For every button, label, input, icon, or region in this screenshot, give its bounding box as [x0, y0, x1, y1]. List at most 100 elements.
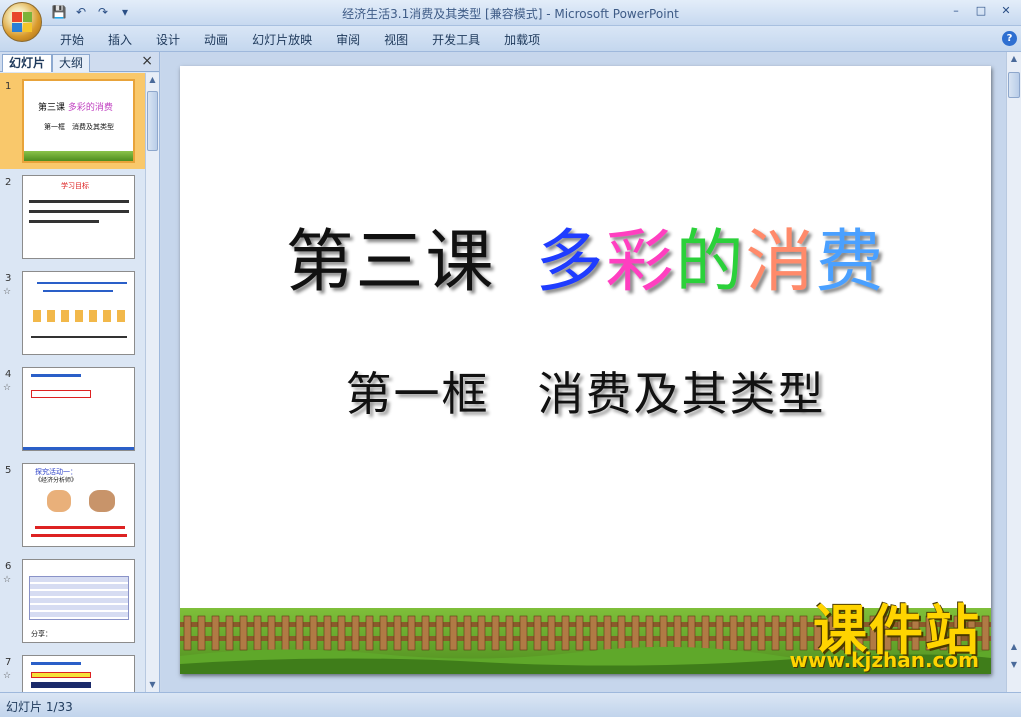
minimize-button[interactable]: – [945, 2, 967, 20]
slide-number: 3 [5, 273, 12, 284]
slide-number: 6 [5, 561, 12, 572]
thumb-line [31, 534, 127, 537]
thumb-line [35, 526, 125, 529]
scroll-down-icon[interactable]: ▼ [146, 678, 159, 692]
thumb-line [31, 662, 81, 665]
thumbnail-slide-1[interactable]: 1 第三课 多彩的消费 第一框 消费及其类型 [0, 73, 145, 169]
thumbnail-slide-3[interactable]: 3 ☆ [0, 265, 145, 361]
animation-icon: ☆ [3, 383, 12, 393]
thumbnail-slide-2[interactable]: 2 学习目标 [0, 169, 145, 265]
thumb-figure [89, 490, 115, 512]
thumbnail-slide-4[interactable]: 4 ☆ [0, 361, 145, 457]
title-char: 消 [745, 223, 816, 302]
slide-subtitle[interactable]: 第一框 消费及其类型 [180, 358, 991, 424]
slide-thumbnail[interactable] [22, 271, 135, 355]
slide-thumbnail[interactable]: 第三课 多彩的消费 第一框 消费及其类型 [22, 79, 135, 163]
thumbnail-list: 1 第三课 多彩的消费 第一框 消费及其类型 2 学习目标 3 ☆ 4 ☆ 5 … [0, 73, 145, 692]
thumb-box [31, 672, 91, 678]
title-char: 费 [815, 223, 886, 302]
thumb-title: 第三课 [38, 103, 66, 113]
thumb-line [31, 336, 127, 338]
thumb-grass [24, 151, 133, 161]
thumbnail-slide-6[interactable]: 6 ☆ 分享： [0, 553, 145, 649]
title-plain: 第三课 [285, 223, 496, 302]
thumb-line [29, 220, 99, 223]
thumb-title-colored: 多彩的消费 [67, 103, 113, 113]
tab-insert[interactable]: 插入 [96, 30, 144, 49]
thumb-box [31, 390, 91, 398]
tab-animations[interactable]: 动画 [192, 30, 240, 49]
thumbnail-slide-7[interactable]: 7 ☆ [0, 649, 145, 692]
title-bar: 💾 ↶ ↷ ▾ 经济生活3.1消费及其类型 [兼容模式] - Microsoft… [0, 0, 1021, 26]
thumb-figure [47, 490, 71, 512]
slide-thumbnail[interactable]: 学习目标 [22, 175, 135, 259]
next-slide-icon[interactable]: ▼ [1008, 660, 1020, 669]
thumb-footer-text: 分享： [31, 630, 52, 638]
thumb-table [29, 576, 129, 620]
animation-icon: ☆ [3, 671, 12, 681]
help-icon[interactable]: ? [1002, 31, 1017, 46]
editor-scrollbar[interactable]: ▲ ▲ ▼ [1006, 52, 1021, 692]
tab-review[interactable]: 审阅 [324, 30, 372, 49]
thumb-heading: 探究活动一： [35, 468, 77, 476]
current-slide[interactable]: 第三课 多彩的消费 第一框 消费及其类型 课件站 www.kjzhan.com [180, 66, 991, 674]
slide-number: 5 [5, 465, 12, 476]
title-char: 彩 [605, 223, 676, 302]
slide-editor: 第三课 多彩的消费 第一框 消费及其类型 课件站 www.kjzhan.com ▲… [161, 52, 1021, 692]
slides-panel: 大纲 幻灯片 × 1 第三课 多彩的消费 第一框 消费及其类型 2 学习目标 3… [0, 52, 160, 692]
status-bar: 幻灯片 1/33 [0, 692, 1021, 717]
slide-thumbnail[interactable]: 探究活动一： 《经济分析师》 [22, 463, 135, 547]
tab-developer[interactable]: 开发工具 [420, 30, 492, 49]
watermark-url: www.kjzhan.com [789, 648, 979, 672]
ribbon-tabs: 开始 插入 设计 动画 幻灯片放映 审阅 视图 开发工具 加载项 [48, 30, 552, 49]
office-logo-icon [12, 12, 32, 32]
tab-addins[interactable]: 加载项 [492, 30, 552, 49]
slide-number: 7 [5, 657, 12, 668]
thumb-subheading: 《经济分析师》 [35, 477, 78, 484]
title-char: 的 [675, 223, 746, 302]
thumb-subtitle: 第一框 消费及其类型 [44, 123, 114, 131]
thumb-line [31, 374, 81, 377]
office-button[interactable] [2, 2, 42, 42]
thumbnail-slide-5[interactable]: 5 探究活动一： 《经济分析师》 [0, 457, 145, 553]
thumb-line [29, 210, 129, 213]
slide-thumbnail[interactable] [22, 655, 135, 692]
thumbnail-scrollbar[interactable]: ▲ ▼ [145, 73, 159, 692]
thumb-line [43, 290, 113, 292]
slide-thumbnail[interactable] [22, 367, 135, 451]
thumb-box [31, 682, 91, 688]
title-char: 多 [535, 223, 606, 302]
scroll-up-icon[interactable]: ▲ [146, 73, 159, 87]
slide-title[interactable]: 第三课 多彩的消费 [180, 206, 991, 305]
thumb-line [37, 282, 127, 284]
thumb-heading: 学习目标 [61, 182, 89, 190]
prev-slide-icon[interactable]: ▲ [1008, 642, 1020, 651]
tab-slides[interactable]: 幻灯片 [2, 54, 53, 72]
tab-view[interactable]: 视图 [372, 30, 420, 49]
tab-slideshow[interactable]: 幻灯片放映 [240, 30, 324, 49]
ribbon: 开始 插入 设计 动画 幻灯片放映 审阅 视图 开发工具 加载项 ? [0, 26, 1021, 52]
slide-counter: 幻灯片 1/33 [6, 700, 73, 714]
window-controls: – □ ✕ [945, 2, 1017, 20]
slide-number: 2 [5, 177, 12, 188]
tab-design[interactable]: 设计 [144, 30, 192, 49]
scroll-up-icon[interactable]: ▲ [1008, 54, 1020, 63]
close-button[interactable]: ✕ [995, 2, 1017, 20]
tab-home[interactable]: 开始 [48, 30, 96, 49]
title-colored: 多彩的消费 [535, 223, 885, 302]
thumb-kids-image [33, 310, 127, 322]
maximize-button[interactable]: □ [970, 2, 992, 20]
scroll-thumb[interactable] [1008, 72, 1020, 98]
animation-icon: ☆ [3, 575, 12, 585]
scroll-thumb[interactable] [147, 91, 158, 151]
thumb-line [29, 200, 129, 203]
panel-tabs: 大纲 幻灯片 × [0, 52, 159, 72]
slide-number: 1 [5, 81, 12, 92]
animation-icon: ☆ [3, 287, 12, 297]
window-title: 经济生活3.1消费及其类型 [兼容模式] - Microsoft PowerPo… [342, 7, 679, 21]
slide-thumbnail[interactable]: 分享： [22, 559, 135, 643]
close-icon[interactable]: × [141, 53, 153, 69]
tab-outline[interactable]: 大纲 [52, 54, 91, 72]
watermark: 课件站 www.kjzhan.com [753, 590, 991, 674]
thumb-footer [23, 447, 134, 450]
